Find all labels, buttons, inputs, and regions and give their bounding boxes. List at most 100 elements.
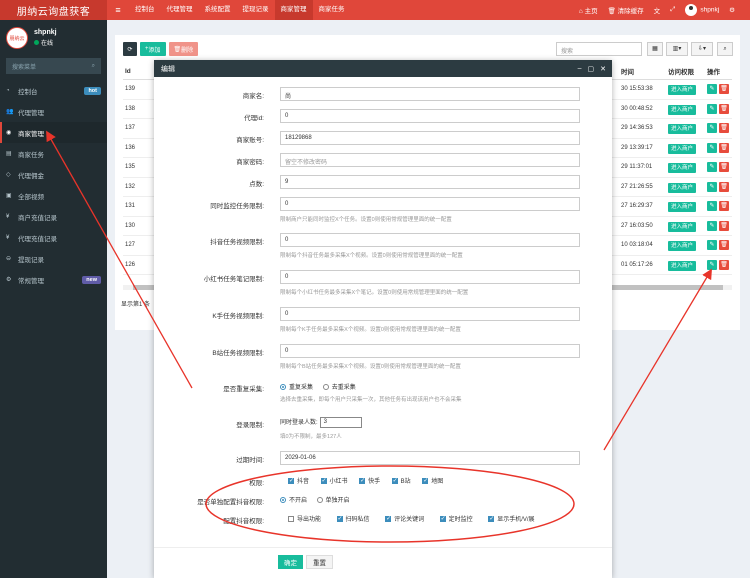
topnav-merchant-tasks[interactable]: 商家任务 — [313, 0, 351, 20]
delete-trash-icon[interactable]: 🗑 — [719, 162, 729, 173]
delete-trash-icon[interactable]: 🗑 — [719, 181, 729, 192]
password-input[interactable]: 留空不修改密码 — [280, 153, 580, 167]
douyin-perm-scan-checkbox[interactable]: 扫码私信 — [336, 514, 370, 523]
perm-douyin-checkbox[interactable]: 抖音 — [288, 476, 309, 485]
account-input[interactable]: 18129868 — [280, 131, 580, 145]
perm-map-checkbox[interactable]: 地图 — [422, 476, 443, 485]
edit-pencil-icon[interactable]: ✎ — [707, 84, 717, 95]
search-toggle-icon[interactable]: ⌕ — [717, 42, 733, 56]
merchant-name-input[interactable]: 尚 — [280, 87, 580, 101]
refresh-button[interactable]: ⟳ — [123, 42, 137, 56]
edit-pencil-icon[interactable]: ✎ — [707, 103, 717, 114]
clear-cache-button[interactable]: 🗑 清除缓存 — [603, 5, 649, 15]
enter-merchant-button[interactable]: 进入商户 — [668, 163, 697, 174]
enter-merchant-button[interactable]: 进入商户 — [668, 202, 697, 213]
language-icon[interactable]: 文 — [649, 5, 666, 15]
perm-bilibili-checkbox[interactable]: B站 — [391, 476, 411, 485]
enter-merchant-button[interactable]: 进入商户 — [668, 241, 697, 252]
delete-trash-icon[interactable]: 🗑 — [719, 84, 729, 95]
row-id: 137 — [125, 125, 136, 132]
edit-pencil-icon[interactable]: ✎ — [707, 123, 717, 134]
perm-xhs-checkbox[interactable]: 小红书 — [320, 476, 348, 485]
single-douyin-on-radio[interactable]: 单独开启 — [316, 495, 350, 504]
enter-merchant-button[interactable]: 进入商户 — [668, 124, 697, 135]
sidebar-item-general-management[interactable]: ⚙ 常规管理 new — [0, 269, 107, 290]
sidebar-item-withdraw-records[interactable]: ⊖ 提现记录 — [0, 248, 107, 269]
douyin-perm-keyword-checkbox[interactable]: 评论关键词 — [385, 514, 424, 523]
delete-trash-icon[interactable]: 🗑 — [719, 259, 729, 270]
single-douyin-off-radio[interactable]: 不开启 — [280, 495, 307, 504]
topnav-withdraw-records[interactable]: 提现记录 — [237, 0, 275, 20]
settings-icon[interactable]: ⚙ — [724, 6, 740, 14]
maximize-icon[interactable]: ▢ — [588, 65, 595, 73]
edit-pencil-icon[interactable]: ✎ — [707, 142, 717, 153]
user-menu[interactable]: shpnkj — [680, 4, 724, 16]
sidebar-item-dashboard[interactable]: ◔ 控制台 hot — [0, 80, 107, 101]
kuaishou-limit-input[interactable]: 0 — [280, 307, 580, 321]
sidebar-item-all-videos[interactable]: ▣ 全部视频 — [0, 185, 107, 206]
table-search-input[interactable]: 搜索 — [556, 42, 642, 56]
repeat-radio-dedupe[interactable]: 去重采集 — [322, 382, 356, 391]
login-limit-input[interactable]: 3 — [319, 417, 362, 428]
columns-icon[interactable]: ▥▾ — [666, 42, 688, 56]
minimize-icon[interactable]: – — [578, 65, 582, 73]
points-input[interactable]: 9 — [280, 175, 580, 189]
edit-pencil-icon[interactable]: ✎ — [707, 240, 717, 251]
sidebar-item-merchant-tasks[interactable]: ▤ 商家任务 — [0, 143, 107, 164]
bilibili-limit-input[interactable]: 0 — [280, 344, 580, 358]
col-time-header[interactable]: 时间 — [621, 66, 665, 76]
delete-trash-icon[interactable]: 🗑 — [719, 201, 729, 212]
fullscreen-icon[interactable]: ⤢ — [665, 6, 680, 14]
topnav-agent-management[interactable]: 代理管理 — [161, 0, 199, 20]
douyin-perm-monitor-checkbox[interactable]: 定时监控 — [439, 514, 473, 523]
edit-pencil-icon[interactable]: ✎ — [707, 181, 717, 192]
agent-id-input[interactable]: 0 — [280, 109, 580, 123]
enter-merchant-button[interactable]: 进入商户 — [668, 143, 697, 154]
enter-merchant-button[interactable]: 进入商户 — [668, 260, 697, 271]
table-view-icon[interactable]: ▦ — [647, 42, 663, 56]
sidebar-item-agent-recharge[interactable]: ¥ 代理充值记录 — [0, 227, 107, 248]
brand-logo[interactable]: 朋纳云询盘获客 — [0, 0, 107, 20]
home-link[interactable]: ⌂ 主页 — [574, 5, 603, 15]
menu-toggle-icon[interactable]: ≡ — [107, 5, 129, 15]
monitor-limit-input[interactable]: 0 — [280, 197, 580, 211]
topnav-system-config[interactable]: 系统配置 — [199, 0, 237, 20]
search-icon[interactable]: ⌕ — [92, 63, 95, 70]
confirm-button[interactable]: 确定 — [278, 555, 303, 569]
delete-trash-icon[interactable]: 🗑 — [719, 103, 729, 114]
sidebar-item-agent-management[interactable]: 👥 代理管理 — [0, 101, 107, 122]
export-icon[interactable]: ⇩▾ — [691, 42, 713, 56]
sidebar-item-merchant-management[interactable]: ◉ 商家管理 — [0, 122, 107, 143]
sidebar-search-input[interactable]: 搜索菜单 ⌕ — [6, 58, 101, 74]
repeat-radio-repeat[interactable]: 重复采集 — [280, 382, 313, 391]
edit-pencil-icon[interactable]: ✎ — [707, 201, 717, 212]
expire-input[interactable]: 2029-01-06 — [280, 451, 580, 465]
enter-merchant-button[interactable]: 进入商户 — [668, 182, 697, 193]
edit-pencil-icon[interactable]: ✎ — [707, 220, 717, 231]
perm-kuaishou-checkbox[interactable]: 快手 — [359, 476, 380, 485]
delete-trash-icon[interactable]: 🗑 — [719, 123, 729, 134]
douyin-perm-export-checkbox[interactable]: 导出功能 — [288, 514, 321, 523]
col-id-header[interactable]: Id — [123, 68, 153, 75]
edit-pencil-icon[interactable]: ✎ — [707, 259, 717, 270]
sidebar-item-merchant-recharge[interactable]: ¥ 商户充值记录 — [0, 206, 107, 227]
add-button[interactable]: + 添加 — [140, 42, 166, 56]
edit-pencil-icon[interactable]: ✎ — [707, 162, 717, 173]
douyin-limit-input[interactable]: 0 — [280, 233, 580, 247]
sidebar-item-agent-commission[interactable]: ◇ 代理佣金 — [0, 164, 107, 185]
delete-trash-icon[interactable]: 🗑 — [719, 240, 729, 251]
delete-trash-icon[interactable]: 🗑 — [719, 142, 729, 153]
enter-merchant-button[interactable]: 进入商户 — [668, 104, 697, 115]
reset-button[interactable]: 重置 — [306, 555, 333, 569]
close-icon[interactable]: ✕ — [600, 65, 606, 73]
delete-button[interactable]: 🗑 删除 — [168, 42, 199, 56]
delete-trash-icon[interactable]: 🗑 — [719, 220, 729, 231]
xhs-limit-input[interactable]: 0 — [280, 270, 580, 284]
enter-merchant-cell: 进入商户 — [668, 182, 702, 193]
topnav-merchant-management[interactable]: 商家管理 — [274, 0, 313, 20]
password-label: 商家密码: — [236, 159, 264, 166]
enter-merchant-button[interactable]: 进入商户 — [668, 221, 697, 232]
douyin-perm-phone-checkbox[interactable]: 显示手机/V/展 — [488, 514, 535, 523]
enter-merchant-button[interactable]: 进入商户 — [668, 85, 697, 96]
topnav-dashboard[interactable]: 控制台 — [129, 0, 161, 20]
